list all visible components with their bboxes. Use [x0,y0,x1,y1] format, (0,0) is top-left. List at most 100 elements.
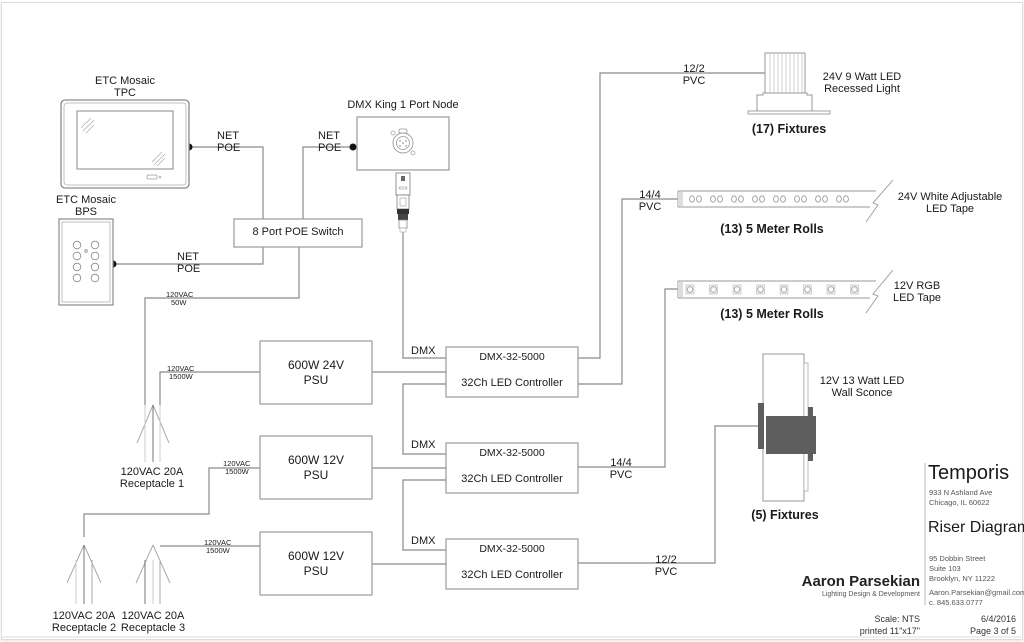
designer-address-line1: 95 Dobbin Street [929,554,986,563]
psu2-power-label: 120VAC 1500W [223,460,250,476]
bps-button-station-icon [58,218,114,306]
dmx-label-3: DMX [411,535,436,547]
recessed-cable-line1: 12/2 [683,63,705,75]
rgb-led-emitter [757,286,764,293]
wire-ctrl3-to-sconce [578,425,758,564]
led-emitter [710,195,716,203]
recessed-light-icon [747,52,831,115]
xlr-connector-icon [395,172,411,233]
receptacle-2-rating: 120VAC 20A [52,610,116,622]
psu2-label: 600W 12V PSU [260,436,372,499]
tape-white-desc-line1: 24V White Adjustable [897,191,1003,203]
receptacle-3-name: Receptacle 3 [120,621,186,634]
bps-label-line2: BPS [74,205,97,218]
designer-name: Aaron Parsekian [801,573,920,590]
led-emitter [738,195,744,203]
dmx-label-1: DMX [411,345,436,357]
wire-node-to-switch [302,146,353,219]
designer-address-line3: Brooklyn, NY 11222 [929,573,996,583]
sconce-cable-line2: PVC [654,565,678,578]
receptacle-1-icon [136,404,170,462]
tpc-touchscreen-icon [60,99,190,189]
tape-white-cable-line1: 14/4 [639,189,661,201]
led-emitter [794,195,800,203]
receptacle-1-label: 120VAC 20A Receptacle 1 [119,466,185,490]
led-emitter [696,195,702,203]
led-emitter [731,195,737,203]
recessed-qty: (17) Fixtures [751,122,827,136]
psu2-type: PSU [303,467,329,482]
tpc-label: ETC Mosaic TPC [95,75,155,99]
designer-email-link[interactable]: Aaron.Parsekian@gmail.com [929,588,1024,598]
led-tape-white-icon [677,179,894,223]
rgb-led-emitter [710,286,717,293]
wire-ctrl1-to-tape-white [578,198,678,385]
receptacle-1-name: Receptacle 1 [119,477,185,490]
sconce-cable-label: 12/2 PVC [654,554,678,578]
connection-dot-node [349,143,357,151]
tape-white-cable-line2: PVC [638,200,662,213]
led-emitter [836,195,842,203]
bps-label-line1: ETC Mosaic [56,194,116,206]
designer-address: 95 Dobbin Street Suite 103 Brooklyn, NY … [929,554,995,583]
led-emitter [773,195,779,203]
bps-net-line1: NET [177,251,199,263]
tape-rgb-desc-line1: 12V RGB [893,280,941,292]
tape-white-desc-line2: LED Tape [925,202,975,215]
scale-info: Scale: NTS printed 11"x17" [860,614,920,637]
tape-rgb-cable-label: 14/4 PVC [610,457,633,481]
psu3-type: PSU [303,563,329,578]
tpc-net-line2: POE [217,141,241,154]
tpc-label-line2: TPC [114,86,136,99]
led-emitter [759,195,765,203]
wire-ctrl2-to-tape-rgb [578,288,678,468]
rgb-led-emitter [804,286,811,293]
led-emitter [689,195,695,203]
rgb-led-emitter [780,286,788,293]
psu3-power-line2: 1500W [206,545,230,555]
recessed-desc-line2: Recessed Light [824,82,900,95]
printed-size-text: printed 11"x17" [859,625,920,636]
rgb-led-emitter [686,286,694,293]
psu2-power-line2: 1500W [225,466,249,476]
switch-power-line2: 50W [171,297,187,307]
scale-text: Scale: NTS [874,614,920,624]
led-emitter [843,195,849,203]
designer-tagline: Lighting Design & Development [821,591,920,598]
designer-contact: Aaron.Parsekian@gmail.com c. 845.633.077… [929,588,1024,608]
node-net-line2: POE [318,141,342,154]
tape-rgb-desc-line2: LED Tape [892,291,942,304]
psu1-power-line2: 1500W [169,371,193,381]
psu3-rating: 600W 12V [287,548,345,563]
controller2-desc: 32Ch LED Controller [461,473,563,485]
sconce-cable-line1: 12/2 [655,554,677,566]
page-number: Page 3 of 5 [969,625,1016,636]
drawing-date: 6/4/2016 [980,614,1016,624]
client-address-line1: 933 N Ashland Ave [929,488,993,497]
receptacle-3-rating: 120VAC 20A [121,610,185,622]
node-net-line1: NET [318,130,340,142]
led-emitter [801,195,807,203]
dmx-node-icon [356,116,450,171]
rgb-led-emitter [827,286,835,293]
switch-power-label: 120VAC 50W [166,291,193,307]
psu3-label: 600W 12V PSU [260,532,372,595]
psu1-type: PSU [303,372,329,387]
node-net-label: NET POE [318,130,342,154]
client-address-line2: Chicago, IL 60622 [929,497,990,507]
tape-rgb-desc: 12V RGB LED Tape [892,280,942,304]
tape-rgb-qty: (13) 5 Meter Rolls [720,307,824,321]
date-page-info: 6/4/2016 Page 3 of 5 [970,614,1016,637]
receptacle-2-icon [66,544,102,604]
led-emitter [717,195,723,203]
tpc-label-line1: ETC Mosaic [95,75,155,87]
drawing-title: Riser Diagram [928,519,1024,536]
bps-net-line2: POE [177,262,201,275]
sconce-desc: 12V 13 Watt LED Wall Sconce [820,375,905,399]
node-label: DMX King 1 Port Node [347,99,459,111]
tpc-net-line1: NET [217,130,239,142]
client-address: 933 N Ashland Ave Chicago, IL 60622 [929,488,992,508]
psu1-power-label: 120VAC 1500W [167,365,194,381]
controller3-model: DMX-32-5000 [479,543,545,555]
dmx-label-2: DMX [411,439,436,451]
